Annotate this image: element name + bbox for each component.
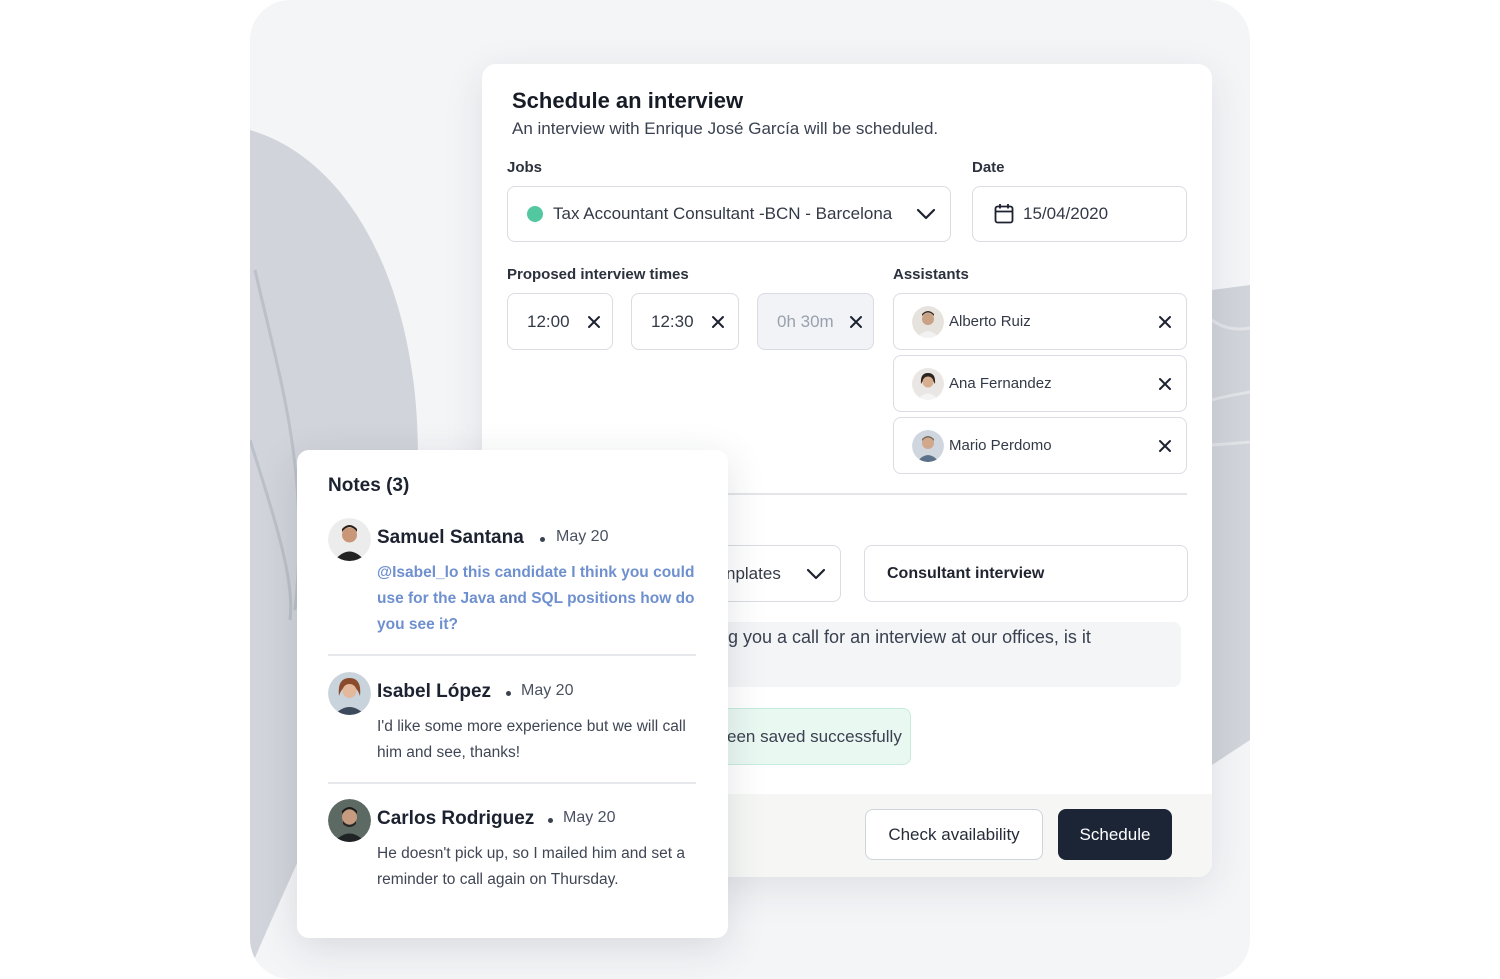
note-author: Isabel López — [377, 681, 492, 702]
avatar — [328, 518, 371, 561]
avatar — [912, 305, 944, 338]
assistant-chip[interactable]: Ana Fernandez — [893, 355, 1187, 412]
note-divider — [328, 782, 696, 784]
avatar — [328, 799, 371, 842]
template-name-field[interactable]: Consultant interview — [864, 545, 1188, 602]
avatar — [912, 367, 944, 400]
time-chip-start[interactable]: 12:00 — [507, 293, 613, 350]
chevron-down-icon — [916, 208, 936, 220]
note-divider — [328, 654, 696, 656]
section-divider — [728, 493, 1187, 495]
separator-dot — [540, 537, 545, 542]
separator-dot — [506, 691, 511, 696]
jobs-select[interactable]: Tax Accountant Consultant -BCN - Barcelo… — [507, 186, 951, 242]
jobs-label: Jobs — [507, 159, 543, 176]
check-availability-button[interactable]: Check availability — [865, 809, 1043, 860]
note-item: Samuel Santana May 20 @Isabel_lo this ca… — [328, 518, 696, 638]
notes-panel: Notes (3) Samuel Santana May 20 @Isabel_… — [297, 450, 728, 938]
note-date: May 20 — [556, 528, 609, 545]
close-icon[interactable] — [1158, 439, 1172, 453]
note-text: I'd like some more experience but we wil… — [377, 718, 686, 761]
chevron-down-icon — [806, 568, 826, 579]
close-icon[interactable] — [711, 315, 725, 329]
success-toast: een saved successfully — [712, 708, 911, 765]
assistant-chip[interactable]: Mario Perdomo — [893, 417, 1187, 474]
note-header: Isabel López May 20 — [328, 672, 696, 716]
assistant-name: Mario Perdomo — [949, 437, 1052, 454]
note-header: Carlos Rodriguez May 20 — [328, 799, 696, 843]
note-author: Carlos Rodriguez — [377, 808, 535, 829]
note-text: @Isabel_lo this candidate I think you co… — [377, 564, 695, 633]
note-text: He doesn't pick up, so I mailed him and … — [377, 845, 685, 888]
close-icon[interactable] — [587, 315, 601, 329]
assistant-chip[interactable]: Alberto Ruiz — [893, 293, 1187, 350]
note-date: May 20 — [521, 682, 574, 699]
avatar — [912, 429, 944, 462]
notes-title: Notes (3) — [328, 475, 410, 496]
separator-dot — [548, 818, 553, 823]
close-icon[interactable] — [849, 315, 863, 329]
modal-subtitle: An interview with Enrique José García wi… — [512, 119, 939, 138]
note-date: May 20 — [563, 809, 616, 826]
time-chip-end[interactable]: 12:30 — [631, 293, 739, 350]
close-icon[interactable] — [1158, 377, 1172, 391]
assistant-name: Ana Fernandez — [949, 375, 1052, 392]
assistant-name: Alberto Ruiz — [949, 313, 1031, 330]
message-textarea[interactable]: g you a call for an interview at our off… — [712, 622, 1181, 687]
interview-times-label: Proposed interview times — [507, 266, 689, 283]
calendar-icon — [994, 204, 1014, 224]
modal-title: Schedule an interview — [512, 88, 744, 113]
date-value: 15/04/2020 — [1023, 204, 1109, 223]
duration-chip: 0h 30m — [757, 293, 874, 350]
note-item: Carlos Rodriguez May 20 He doesn't pick … — [328, 799, 696, 899]
job-status-dot — [527, 206, 543, 222]
avatar — [328, 672, 371, 715]
time-start-value: 12:00 — [527, 311, 570, 331]
assistants-label: Assistants — [893, 266, 969, 283]
toast-text: een saved successfully — [727, 726, 902, 746]
date-field[interactable]: 15/04/2020 — [972, 186, 1187, 242]
note-item: Isabel López May 20 I'd like some more e… — [328, 672, 696, 772]
time-end-value: 12:30 — [651, 311, 694, 331]
templates-select-value: nplates — [726, 563, 781, 583]
job-select-value: Tax Accountant Consultant -BCN - Barcelo… — [553, 204, 893, 223]
note-author: Samuel Santana — [377, 527, 524, 548]
template-name-value: Consultant interview — [887, 564, 1045, 582]
date-label: Date — [972, 159, 1005, 176]
note-header: Samuel Santana May 20 — [328, 518, 696, 562]
schedule-button[interactable]: Schedule — [1058, 809, 1172, 860]
duration-value: 0h 30m — [777, 311, 834, 331]
close-icon[interactable] — [1158, 315, 1172, 329]
message-text: g you a call for an interview at our off… — [728, 627, 1091, 647]
